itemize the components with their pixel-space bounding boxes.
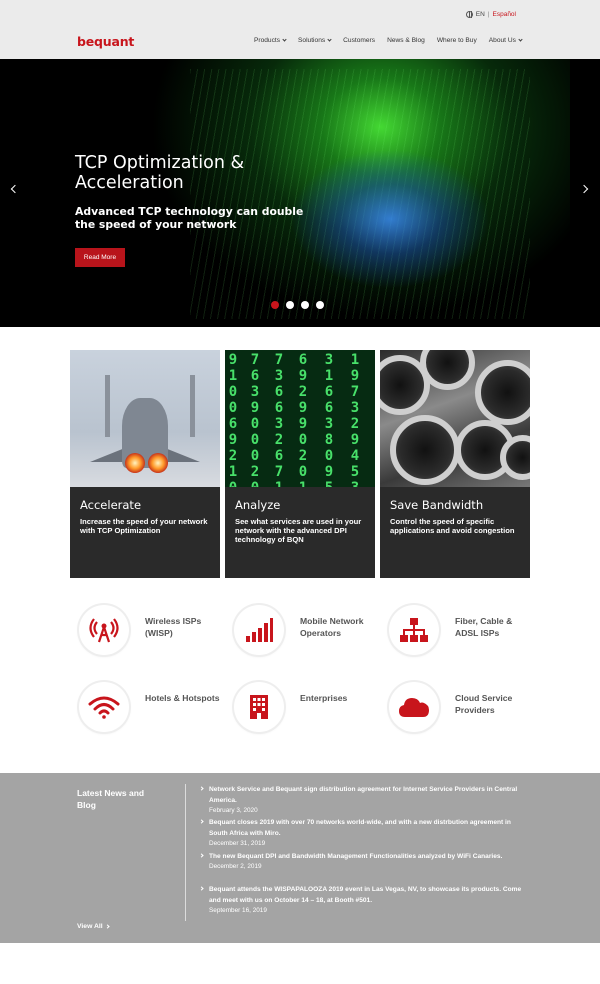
- feature-title: Accelerate: [80, 498, 142, 512]
- nav-label: Where to Buy: [436, 37, 477, 44]
- read-more-button[interactable]: Read More: [75, 248, 125, 267]
- hero-slider: [0, 59, 600, 327]
- feature-description: Increase the speed of your network with …: [80, 517, 208, 535]
- hero-title: TCP Optimization & Acceleration: [75, 153, 245, 193]
- feature-title: Analyze: [235, 498, 281, 512]
- chevron-down-icon: [282, 37, 287, 42]
- matrix-digits: 763900020: [250, 352, 260, 496]
- market-label: Hotels & Hotspots: [145, 693, 220, 703]
- nav-solutions[interactable]: Solutions: [298, 37, 332, 44]
- slider-dots: [271, 301, 324, 309]
- market-label: Mobile Network Operators: [300, 616, 364, 638]
- news-item[interactable]: The new Bequant DPI and Bandwidth Manage…: [199, 851, 530, 872]
- jet-afterburner-right: [148, 453, 168, 473]
- news-heading: Latest News and Blog: [77, 788, 145, 810]
- nav-label: Products: [254, 37, 281, 44]
- nav-products[interactable]: Products: [254, 37, 287, 44]
- nav-where-to-buy[interactable]: Where to Buy: [437, 37, 477, 44]
- pipe: [390, 415, 460, 485]
- lang-en-link[interactable]: EN: [476, 11, 485, 18]
- market-label: Wireless ISPs (WISP): [145, 616, 202, 638]
- market-label: Cloud Service Providers: [455, 693, 513, 715]
- chevron-down-icon: [518, 37, 523, 42]
- nav-label: News & Blog: [387, 37, 425, 44]
- feature-description: See what services are used in your netwo…: [235, 517, 362, 544]
- chevron-right-icon: [199, 819, 204, 824]
- slider-dot-4[interactable]: [316, 301, 324, 309]
- nav-label: Solutions: [298, 37, 326, 44]
- lang-separator: |: [487, 11, 490, 18]
- network-hierarchy-icon: [389, 605, 439, 655]
- antenna-icon: [79, 605, 129, 655]
- cloud-icon: [389, 682, 439, 732]
- market-hotels-hotspots[interactable]: Hotels & Hotspots: [79, 682, 225, 732]
- view-all-label: View All: [77, 923, 103, 930]
- jet-tail-left: [105, 375, 110, 437]
- slider-dot-1[interactable]: [271, 301, 279, 309]
- lang-es-link[interactable]: Español: [493, 11, 517, 18]
- feature-card-save-bandwidth[interactable]: Save Bandwidth Control the speed of spec…: [380, 350, 530, 578]
- jet-fighter-image: [70, 350, 220, 487]
- news-item[interactable]: Bequant closes 2019 with over 70 network…: [199, 817, 530, 849]
- chevron-right-icon: [199, 886, 204, 891]
- hero-background-glow: [290, 149, 490, 289]
- chevron-right-icon: [199, 853, 204, 858]
- news-title[interactable]: Bequant closes 2019 with over 70 network…: [209, 817, 530, 839]
- news-date: February 3, 2020: [209, 807, 258, 814]
- main-nav: Products Solutions Customers News & Blog…: [254, 37, 534, 44]
- slider-dot-3[interactable]: [301, 301, 309, 309]
- feature-card-accelerate[interactable]: Accelerate Increase the speed of your ne…: [70, 350, 220, 578]
- bequant-logo[interactable]: bequant: [77, 34, 134, 49]
- chevron-right-icon: [105, 924, 110, 929]
- nav-label: About Us: [488, 37, 516, 44]
- market-mobile-operators[interactable]: Mobile Network Operators: [234, 605, 380, 655]
- globe-icon: [465, 11, 473, 18]
- news-title[interactable]: Network Service and Bequant sign distrib…: [209, 784, 530, 806]
- news-divider: [185, 784, 186, 921]
- nav-label: Customers: [343, 37, 376, 44]
- signal-bars-icon: [234, 605, 284, 655]
- matrix-digits: 736632671: [274, 352, 284, 496]
- view-all-link[interactable]: View All: [77, 923, 110, 930]
- news-title[interactable]: Bequant attends the WISPAPALOOZA 2019 ev…: [209, 884, 530, 906]
- news-title[interactable]: The new Bequant DPI and Bandwidth Manage…: [209, 851, 530, 862]
- news-date: December 2, 2019: [209, 863, 262, 870]
- news-date: September 16, 2019: [209, 907, 267, 914]
- market-wisp[interactable]: Wireless ISPs (WISP): [79, 605, 225, 655]
- feature-card-analyze[interactable]: 910069210 763900020 736632671 692990201 …: [225, 350, 375, 578]
- feature-description: Control the speed of specific applicatio…: [390, 517, 515, 535]
- data-matrix-image: 910069210 763900020 736632671 692990201 …: [225, 350, 375, 496]
- site-header: EN | Español bequant Products Solutions …: [0, 0, 600, 59]
- news-item[interactable]: Network Service and Bequant sign distrib…: [199, 784, 530, 816]
- market-fiber-cable-adsl[interactable]: Fiber, Cable & ADSL ISPs: [389, 605, 535, 655]
- jet-tail-right: [190, 375, 195, 437]
- market-label: Fiber, Cable & ADSL ISPs: [455, 616, 513, 638]
- language-switcher: EN | Español: [465, 11, 517, 18]
- chevron-right-icon: [199, 786, 204, 791]
- pipe: [475, 360, 530, 425]
- market-label: Enterprises: [300, 693, 348, 703]
- hero-subtitle: Advanced TCP technology can double the s…: [75, 205, 304, 231]
- nav-customers[interactable]: Customers: [343, 37, 375, 44]
- nav-about-us[interactable]: About Us: [488, 37, 523, 44]
- matrix-digits: 910069210: [228, 352, 238, 496]
- news-overlay: Latest News and Blog View All Network Se…: [0, 773, 600, 943]
- matrix-digits: 692990201: [298, 352, 308, 496]
- jet-afterburner-left: [125, 453, 145, 473]
- slider-dot-2[interactable]: [286, 301, 294, 309]
- matrix-digits: 316638095: [324, 352, 334, 496]
- building-icon: [234, 682, 284, 732]
- matrix-digits: 197329453: [350, 352, 360, 496]
- nav-news-blog[interactable]: News & Blog: [387, 37, 425, 44]
- market-cloud-providers[interactable]: Cloud Service Providers: [389, 682, 535, 732]
- chevron-down-icon: [327, 37, 332, 42]
- feature-title: Save Bandwidth: [390, 498, 484, 512]
- wifi-icon: [79, 682, 129, 732]
- news-item[interactable]: Bequant attends the WISPAPALOOZA 2019 ev…: [199, 884, 530, 916]
- news-date: December 31, 2019: [209, 840, 266, 847]
- pipes-image: [380, 350, 530, 487]
- market-enterprises[interactable]: Enterprises: [234, 682, 380, 732]
